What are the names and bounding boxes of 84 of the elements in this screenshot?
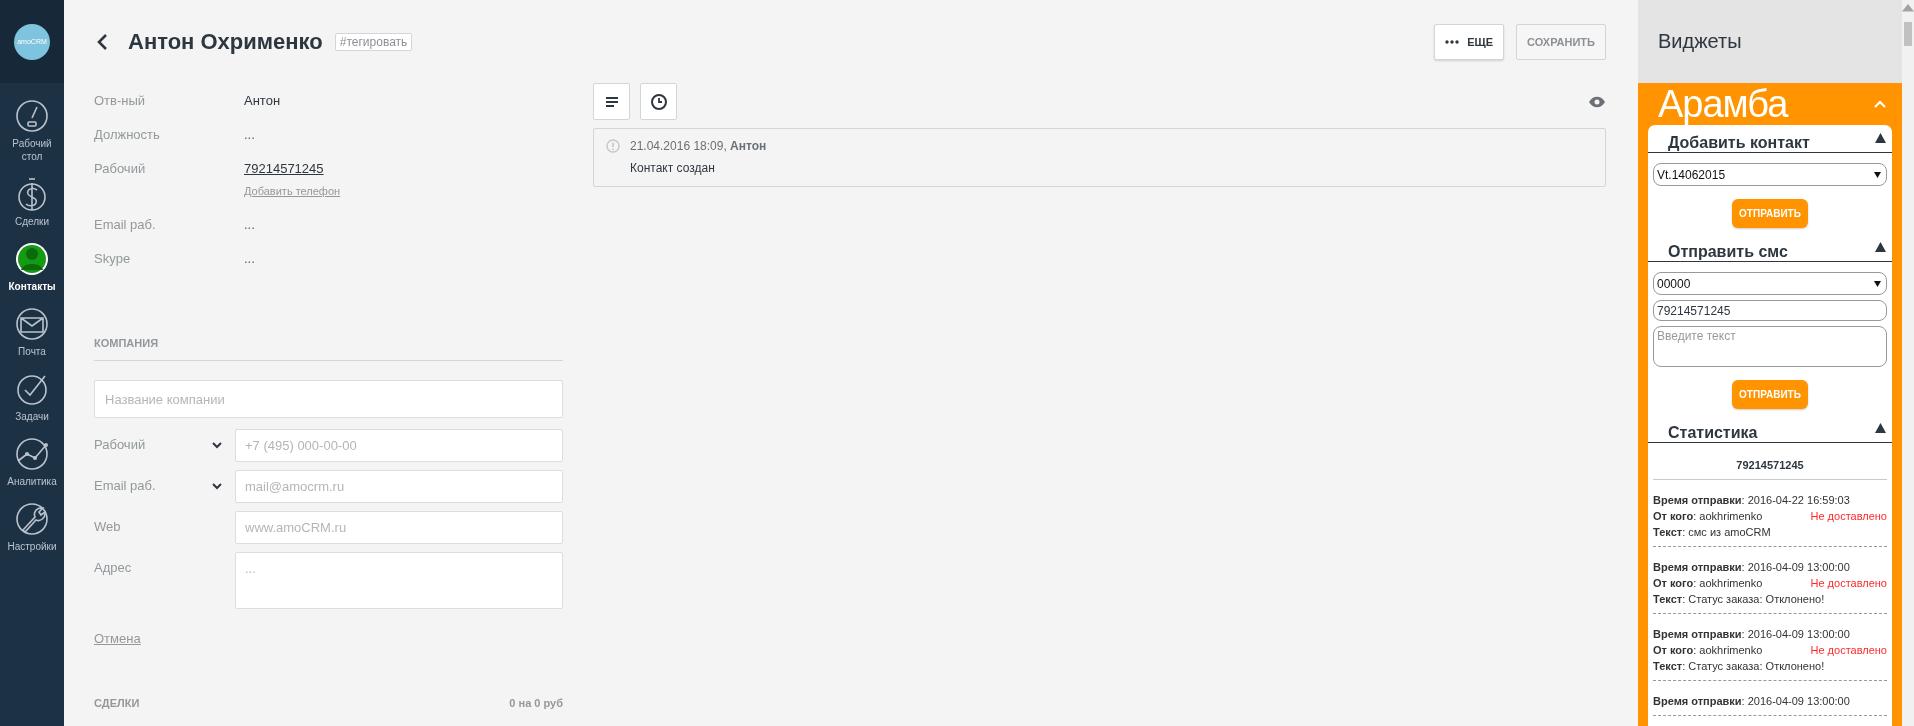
delivery-status: Не доставлено bbox=[1810, 509, 1887, 524]
field-value: ... bbox=[244, 251, 255, 266]
input-field[interactable]: www.amoCRM.ru bbox=[235, 511, 563, 544]
nav-item[interactable]: Контакты bbox=[8, 280, 56, 293]
field-label: Рабочий bbox=[94, 436, 147, 452]
note-text: Контакт создан bbox=[630, 161, 716, 175]
tag-field[interactable]: #тегировать bbox=[334, 32, 413, 51]
message-detail: Время отправки: 2016-04-09 13:00:00 bbox=[1653, 694, 1850, 709]
message-detail: Текст: Статус заказа: Отклонено! bbox=[1653, 592, 1825, 607]
input-field[interactable]: mail@amocrm.ru bbox=[235, 470, 563, 503]
message-detail: Текст: Статус заказа: Отклонено! bbox=[1653, 659, 1825, 674]
brand-logo: Арамба bbox=[1658, 85, 1788, 123]
field-label: Отв-ный bbox=[94, 93, 147, 108]
dropdown-arrow-icon bbox=[1874, 280, 1881, 287]
field-label: Email раб. bbox=[94, 217, 157, 232]
delivery-status: Не доставлено bbox=[1810, 643, 1887, 658]
field-label: Skype bbox=[94, 251, 132, 266]
section-title: Статистика bbox=[1668, 424, 1758, 442]
section-heading: КОМПАНИЯ bbox=[94, 337, 563, 361]
nav-item[interactable]: Сделки bbox=[14, 215, 50, 228]
section-title: Добавить контакт bbox=[1668, 134, 1810, 152]
person-icon[interactable] bbox=[15, 242, 49, 276]
chevron-icon[interactable] bbox=[212, 482, 222, 490]
message-detail: Время отправки: 2016-04-22 16:59:03 bbox=[1653, 493, 1850, 508]
section-title: Отправить смс bbox=[1668, 243, 1788, 261]
address-field[interactable]: ... bbox=[235, 552, 563, 609]
gauge-icon[interactable] bbox=[15, 99, 49, 133]
dropdown-arrow-icon bbox=[1874, 171, 1881, 178]
field-label: Адрес bbox=[94, 559, 133, 575]
clock-button[interactable] bbox=[640, 83, 677, 120]
contact-name: Антон Охрименко bbox=[128, 28, 323, 55]
triangle-icon[interactable] bbox=[1875, 133, 1886, 143]
deals-summary: 0 на 0 руб bbox=[509, 697, 563, 709]
company-name-field[interactable]: Название компании bbox=[94, 380, 563, 418]
message-detail: Время отправки: 2016-04-09 13:00:00 bbox=[1653, 560, 1850, 575]
wrench-icon[interactable] bbox=[15, 502, 49, 536]
dollar-icon[interactable] bbox=[15, 177, 49, 211]
message-detail: От кого: aokhrimenko bbox=[1653, 643, 1763, 658]
field-label: Web bbox=[94, 518, 122, 534]
phone-field[interactable]: 79214571245 bbox=[1653, 300, 1887, 321]
field-value: ... bbox=[244, 127, 255, 142]
chevron-icon[interactable] bbox=[212, 441, 222, 449]
panel-title: Виджеты bbox=[1658, 30, 1742, 53]
clock-icon bbox=[649, 92, 668, 111]
send-button[interactable]: ОТПРАВИТЬ bbox=[1732, 380, 1808, 409]
save-button[interactable]: СОХРАНИТЬ bbox=[1516, 23, 1606, 60]
line-chart-icon[interactable] bbox=[15, 437, 49, 471]
checkmark-icon[interactable] bbox=[15, 372, 49, 406]
list-button[interactable] bbox=[593, 83, 630, 120]
triangle-icon[interactable] bbox=[1875, 423, 1886, 433]
nav-item[interactable]: Рабочий стол bbox=[6, 137, 58, 163]
field-label: Email раб. bbox=[94, 477, 157, 493]
section-heading: СДЕЛКИ bbox=[94, 697, 140, 709]
message-detail: От кого: aokhrimenko bbox=[1653, 509, 1763, 524]
nav-item[interactable]: Задачи bbox=[15, 410, 49, 423]
field-label: Должность bbox=[94, 127, 161, 142]
dots-icon bbox=[1445, 39, 1460, 44]
envelope-icon[interactable] bbox=[15, 307, 49, 341]
cancel-link[interactable]: Отмена bbox=[94, 631, 141, 646]
eye-icon[interactable] bbox=[1588, 95, 1606, 108]
scroll-up-icon bbox=[1902, 4, 1914, 12]
field-value: Антон bbox=[244, 93, 281, 108]
nav-item[interactable]: Аналитика bbox=[7, 475, 57, 488]
delivery-status: Не доставлено bbox=[1810, 576, 1887, 591]
field-label: Рабочий bbox=[94, 161, 147, 176]
message-detail: Время отправки: 2016-04-09 13:00:00 bbox=[1653, 627, 1850, 642]
nav-item[interactable]: Настройки bbox=[7, 540, 57, 553]
more-button[interactable]: ЕЩЕ bbox=[1434, 23, 1505, 60]
note-meta: 21.04.2016 18:09, Антон bbox=[630, 139, 767, 153]
phone-link[interactable]: 79214571245 bbox=[244, 161, 324, 176]
input-field[interactable]: +7 (495) 000-00-00 bbox=[235, 429, 563, 462]
message-detail: Текст: смс из amoCRM bbox=[1653, 525, 1771, 540]
info-icon bbox=[606, 139, 620, 153]
add-phone-link[interactable]: Добавить телефон bbox=[244, 185, 563, 197]
dropdown[interactable]: Vt.14062015 bbox=[1653, 163, 1887, 186]
field-value: ... bbox=[244, 217, 255, 232]
nav-item[interactable]: Почта bbox=[18, 345, 46, 358]
send-button[interactable]: ОТПРАВИТЬ bbox=[1732, 199, 1808, 228]
phone-number: 79214571245 bbox=[1653, 453, 1887, 480]
triangle-icon[interactable] bbox=[1875, 242, 1886, 252]
scrollbar-thumb[interactable] bbox=[1904, 21, 1912, 46]
message-field[interactable]: Введите текст bbox=[1653, 326, 1887, 367]
dropdown[interactable]: 00000 bbox=[1653, 272, 1887, 295]
message-detail: От кого: aokhrimenko bbox=[1653, 576, 1763, 591]
